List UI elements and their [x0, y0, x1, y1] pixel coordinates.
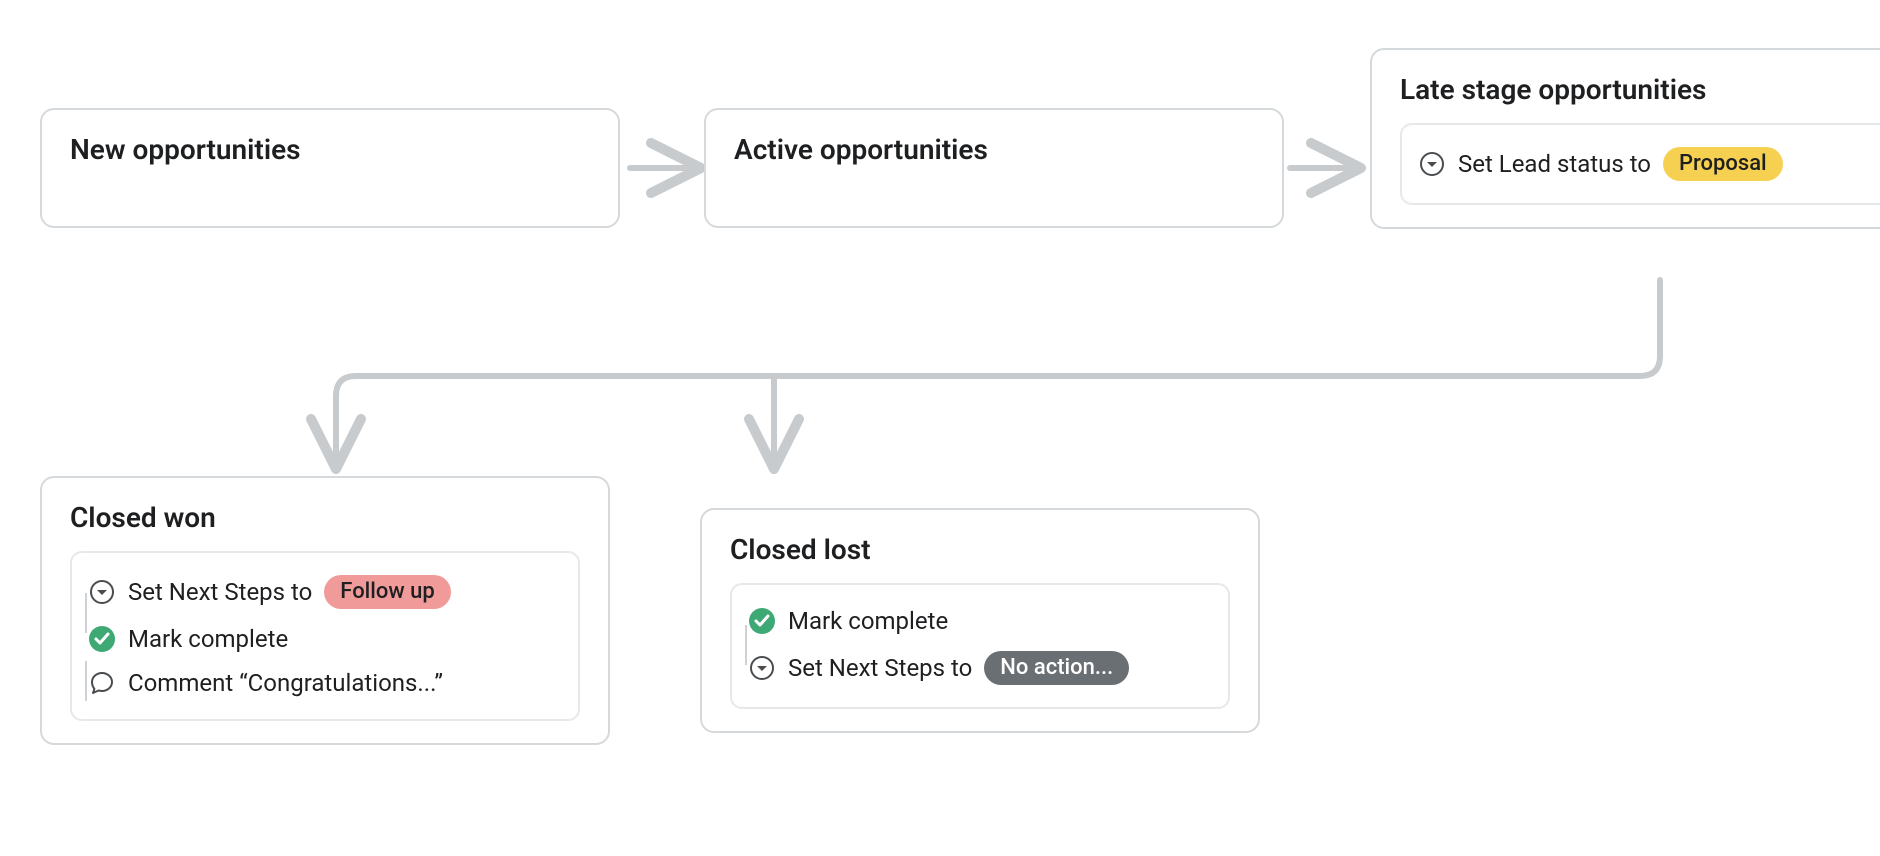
- rule-text: Mark complete: [788, 607, 948, 635]
- status-pill-no-action: No action...: [984, 651, 1129, 685]
- stage-title: New opportunities: [70, 132, 590, 167]
- status-pill-proposal: Proposal: [1663, 147, 1783, 181]
- stage-closed-won[interactable]: Closed won Set Next Steps to Follow up M…: [40, 476, 610, 745]
- check-circle-icon: [88, 625, 116, 653]
- rule-comment[interactable]: Comment “Congratulations...”: [88, 661, 562, 705]
- rule-text: Set Next Steps to: [788, 654, 972, 682]
- rule-text: Mark complete: [128, 625, 288, 653]
- status-pill-follow-up: Follow up: [324, 575, 450, 609]
- stage-new-opportunities[interactable]: New opportunities: [40, 108, 620, 228]
- rule-mark-complete[interactable]: Mark complete: [88, 617, 562, 661]
- rules-list: Set Next Steps to Follow up Mark complet…: [70, 551, 580, 721]
- rules-list: Mark complete Set Next Steps to No actio…: [730, 583, 1230, 709]
- rule-set-next-steps[interactable]: Set Next Steps to No action...: [748, 643, 1212, 693]
- rule-mark-complete[interactable]: Mark complete: [748, 599, 1212, 643]
- stage-late-stage-opportunities[interactable]: Late stage opportunities Set Lead status…: [1370, 48, 1880, 229]
- rule-text: Set Next Steps to: [128, 578, 312, 606]
- stage-closed-lost[interactable]: Closed lost Mark complete Set Next Steps…: [700, 508, 1260, 733]
- rule-set-lead-status[interactable]: Set Lead status to Proposal: [1418, 139, 1880, 189]
- check-circle-icon: [748, 607, 776, 635]
- dropdown-icon: [1418, 150, 1446, 178]
- comment-icon: [88, 669, 116, 697]
- rules-list: Set Lead status to Proposal: [1400, 123, 1880, 205]
- rule-text: Set Lead status to: [1458, 150, 1651, 178]
- stage-title: Closed won: [70, 500, 580, 535]
- stage-active-opportunities[interactable]: Active opportunities: [704, 108, 1284, 228]
- stage-title: Active opportunities: [734, 132, 1254, 167]
- rule-text: Comment “Congratulations...”: [128, 669, 443, 697]
- dropdown-icon: [748, 654, 776, 682]
- stage-title: Late stage opportunities: [1400, 72, 1880, 107]
- workflow-diagram: New opportunities Active opportunities L…: [0, 0, 1880, 856]
- stage-title: Closed lost: [730, 532, 1230, 567]
- rule-set-next-steps[interactable]: Set Next Steps to Follow up: [88, 567, 562, 617]
- dropdown-icon: [88, 578, 116, 606]
